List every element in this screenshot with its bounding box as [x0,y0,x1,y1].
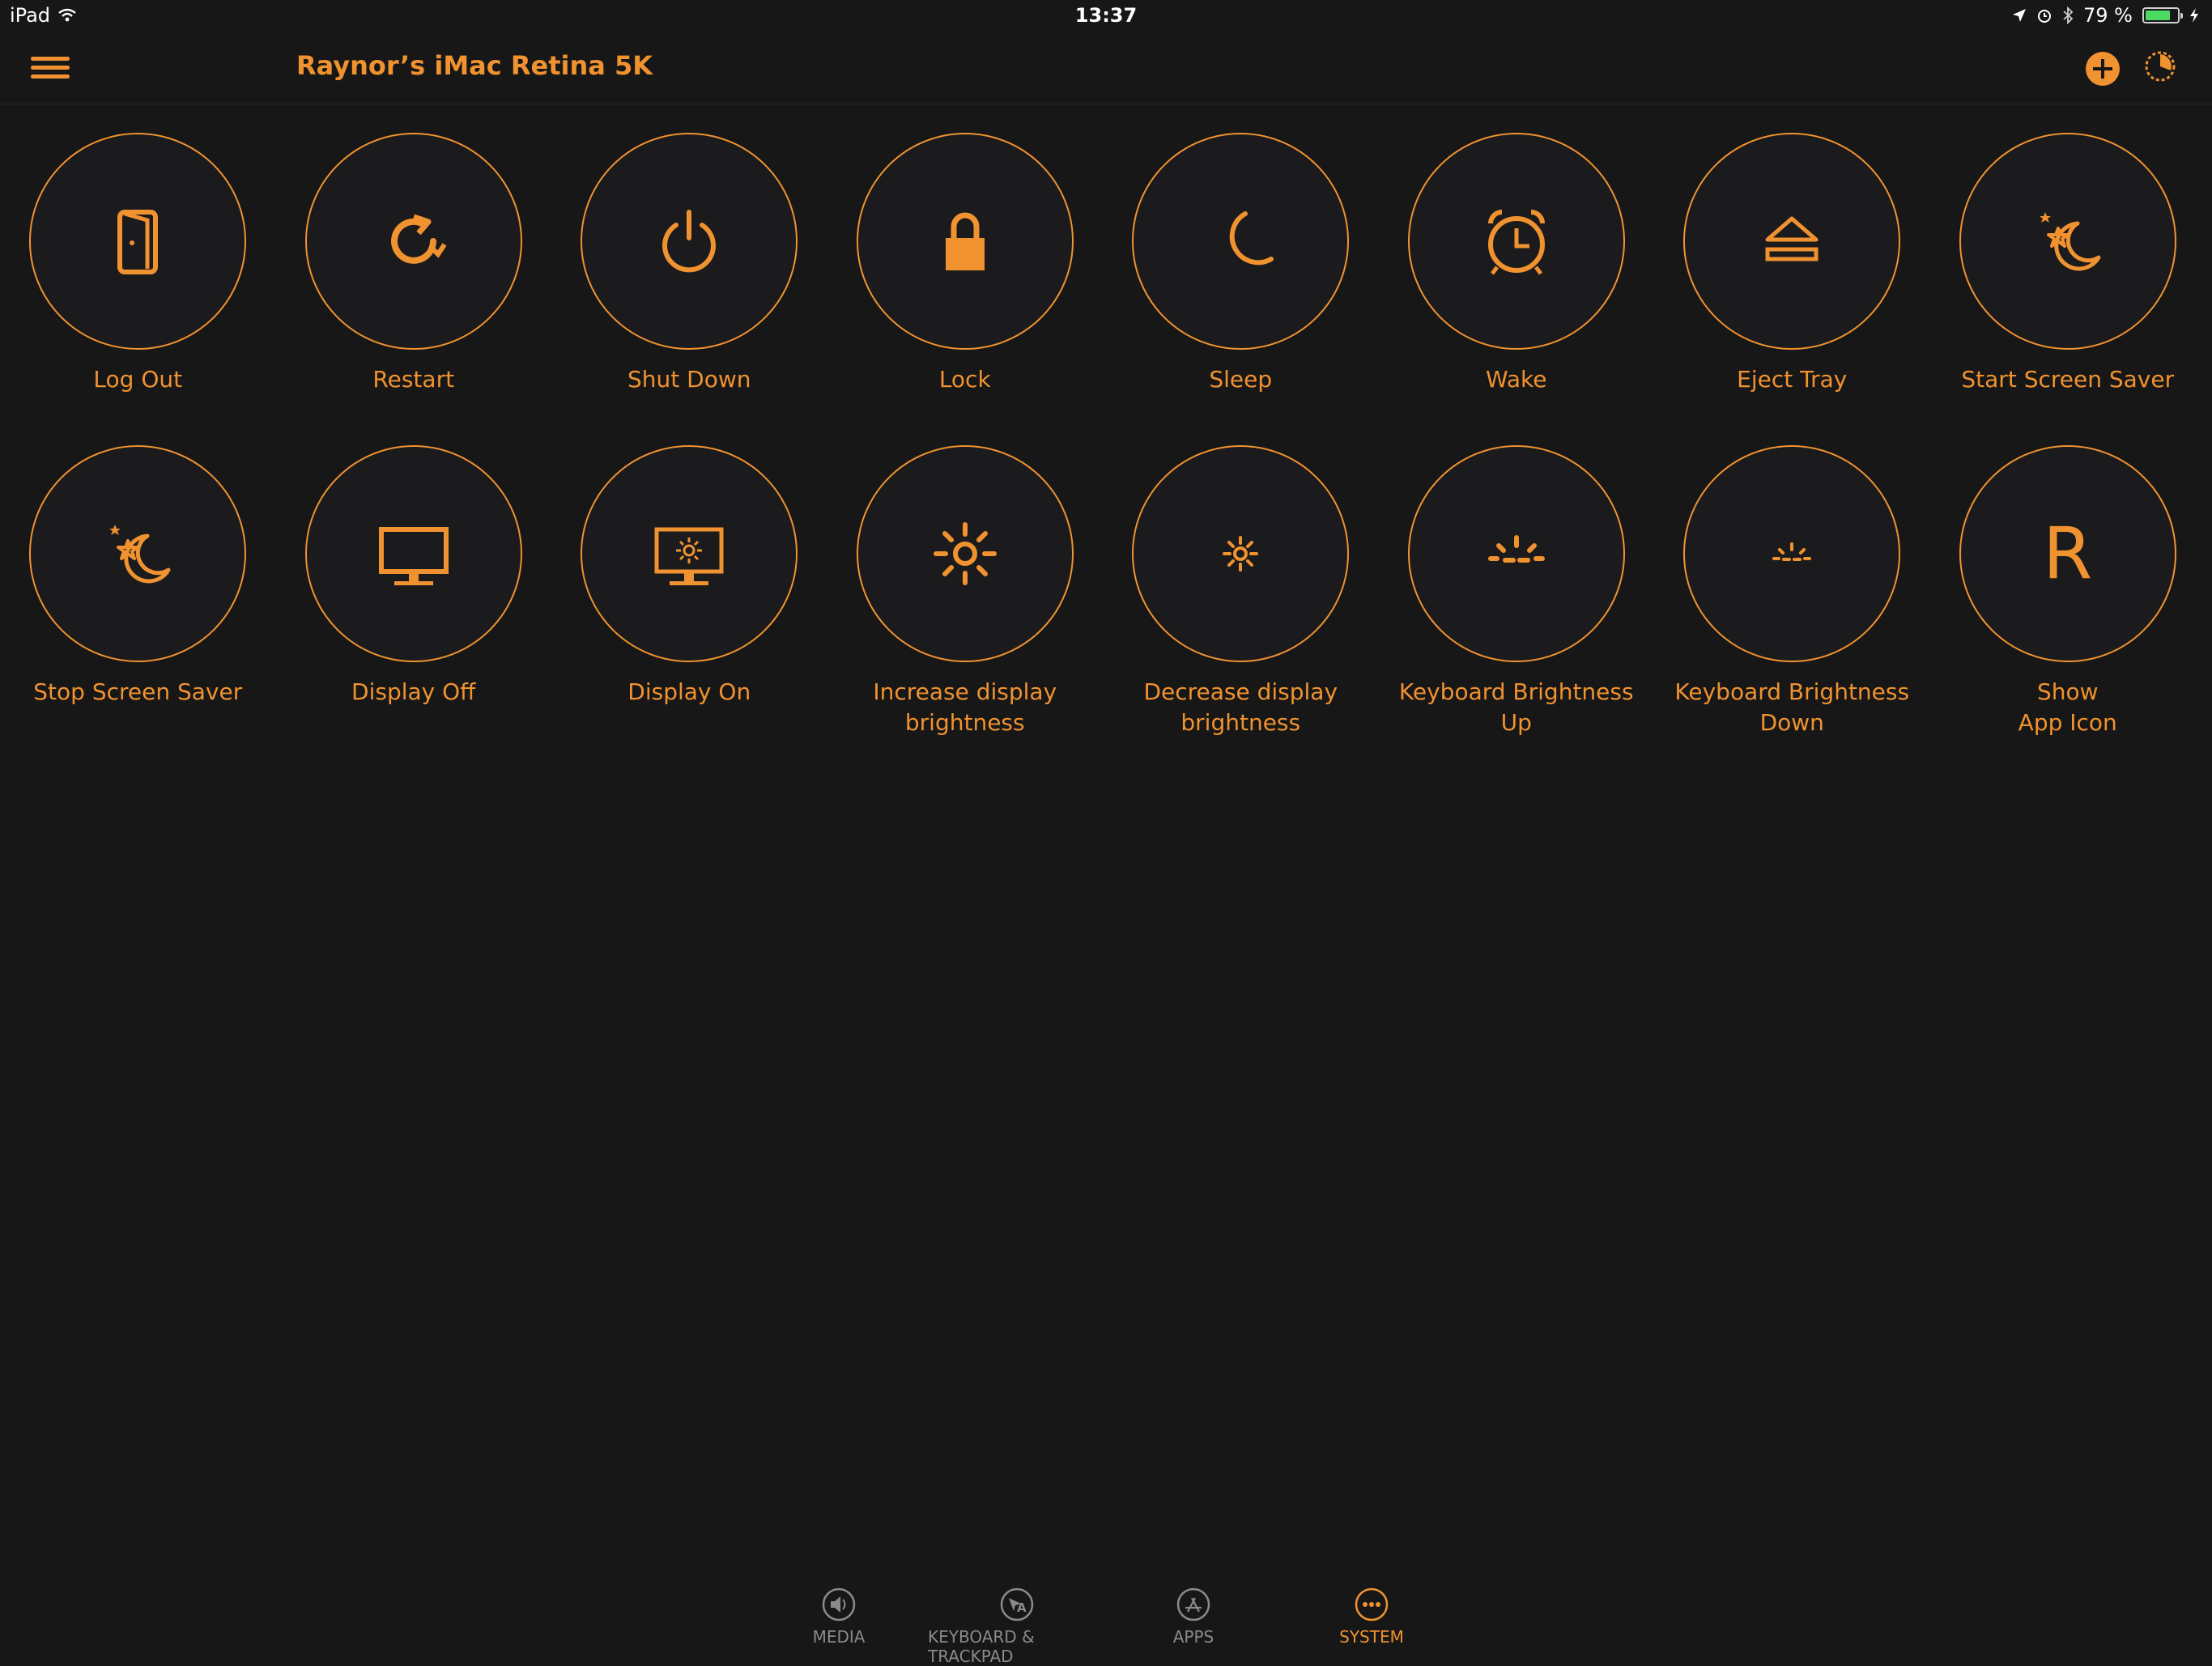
action-keyboard-brightness-up[interactable]: Keyboard Brightness Up [1379,445,1655,738]
action-label: Shut Down [627,366,751,393]
tab-apps[interactable]: APPS [1104,1587,1283,1647]
action-restart[interactable]: Restart [276,133,552,426]
keyboard-brightness-down-button[interactable] [1683,445,1901,662]
status-time: 13:37 [1074,4,1138,27]
restart-button[interactable] [304,133,522,350]
tab-label: MEDIA [812,1627,866,1647]
speaker-icon [822,1587,856,1621]
action-label: Wake [1486,366,1547,393]
page-title: Raynor’s iMac Retina 5K [296,50,653,81]
display-off-button[interactable] [304,445,522,662]
bluetooth-icon [2063,6,2074,24]
monitor-sun-icon [654,527,724,585]
action-label: Display Off [351,678,476,705]
action-grid: Log Out Restart Shut Down Lock Sleep Wake Ejec… [0,133,2212,738]
action-eject-tray[interactable]: Eject Tray [1654,133,1930,426]
navigation-bar: Raynor’s iMac Retina 5K [0,32,2212,104]
increase-display-brightness-button[interactable] [856,445,1074,662]
timer-icon[interactable] [2144,50,2176,83]
action-label: Restart [372,366,455,393]
eject-icon [1765,216,1819,261]
action-label: Keyboard Brightness Up [1398,678,1634,736]
decrease-display-brightness-button[interactable] [1132,445,1350,662]
tab-label: APPS [1172,1627,1214,1647]
start-screen-saver-button[interactable] [1959,133,2176,350]
add-icon[interactable] [2084,50,2121,87]
action-start-screen-saver[interactable]: Start Screen Saver [1930,133,2206,426]
action-label: Show App Icon [2018,678,2117,736]
action-wake[interactable]: Wake [1379,133,1655,426]
tab-label: SYSTEM [1339,1627,1404,1647]
letter-r-icon: R [2043,512,2093,595]
monitor-icon [378,527,449,585]
keyboard-brightness-down-icon [1772,542,1812,561]
app-store-icon [1176,1587,1210,1621]
alarm-clock-icon [1487,210,1545,275]
battery-icon [2142,7,2183,23]
charging-bolt-icon [2190,8,2198,23]
show-app-icon-button[interactable]: R [1959,445,2176,662]
action-label: Decrease display brightness [1143,678,1338,736]
tab-media[interactable]: MEDIA [750,1587,928,1647]
action-show-app-icon[interactable]: R Show App Icon [1930,445,2206,738]
shut-down-button[interactable] [581,133,798,350]
action-keyboard-brightness-down[interactable]: Keyboard Brightness Down [1654,445,1930,738]
restart-icon [390,214,447,264]
tab-system[interactable]: SYSTEM [1283,1587,1461,1647]
more-icon [1355,1587,1389,1621]
keyboard-brightness-up-button[interactable] [1407,445,1625,662]
tab-keyboard-trackpad[interactable]: A KEYBOARD & TRACKPAD [928,1587,1106,1666]
moon-stars-icon [2039,212,2101,271]
eject-tray-button[interactable] [1683,133,1901,350]
action-label: Display On [627,678,751,705]
action-label: Sleep [1209,366,1273,393]
action-label: Start Screen Saver [1961,366,2175,393]
action-label: Log Out [93,366,183,393]
action-display-off[interactable]: Display Off [276,445,552,738]
action-shut-down[interactable]: Shut Down [551,133,827,426]
action-label: Eject Tray [1737,366,1848,393]
battery-percent: 79 % [2083,4,2133,27]
moon-stars-icon [109,525,171,584]
action-lock[interactable]: Lock [827,133,1104,426]
lock-button[interactable] [856,133,1074,350]
hamburger-menu-icon[interactable] [31,52,70,84]
svg-text:A: A [1017,1600,1027,1615]
display-on-button[interactable] [581,445,798,662]
keyboard-icon: A [1000,1587,1034,1621]
action-label: Keyboard Brightness Down [1674,678,1910,736]
tab-bar: MEDIA A KEYBOARD & TRACKPAD APPS SYSTEM [0,1579,2212,1666]
moon-icon [1230,211,1274,266]
tab-label: KEYBOARD & TRACKPAD [928,1627,1035,1666]
power-icon [662,210,717,273]
sleep-button[interactable] [1132,133,1350,350]
action-label: Increase display brightness [873,678,1057,736]
sun-large-icon [933,522,997,585]
action-decrease-display-brightness[interactable]: Decrease display brightness [1103,445,1379,738]
action-display-on[interactable]: Display On [551,445,827,738]
action-stop-screen-saver[interactable]: Stop Screen Saver [0,445,276,738]
status-bar: iPad 13:37 79 % [0,0,2212,32]
action-log-out[interactable]: Log Out [0,133,276,426]
sun-small-icon [1223,536,1259,572]
action-sleep[interactable]: Sleep [1103,133,1379,426]
action-increase-display-brightness[interactable]: Increase display brightness [827,445,1104,738]
keyboard-brightness-up-icon [1487,535,1545,563]
action-label: Stop Screen Saver [33,678,243,705]
action-label: Lock [938,366,991,393]
lock-icon [945,212,985,270]
door-icon [117,210,159,274]
log-out-button[interactable] [29,133,247,350]
stop-screen-saver-button[interactable] [29,445,247,662]
wake-button[interactable] [1407,133,1625,350]
alarm-icon [2038,10,2052,23]
location-arrow-icon [2013,9,2027,22]
